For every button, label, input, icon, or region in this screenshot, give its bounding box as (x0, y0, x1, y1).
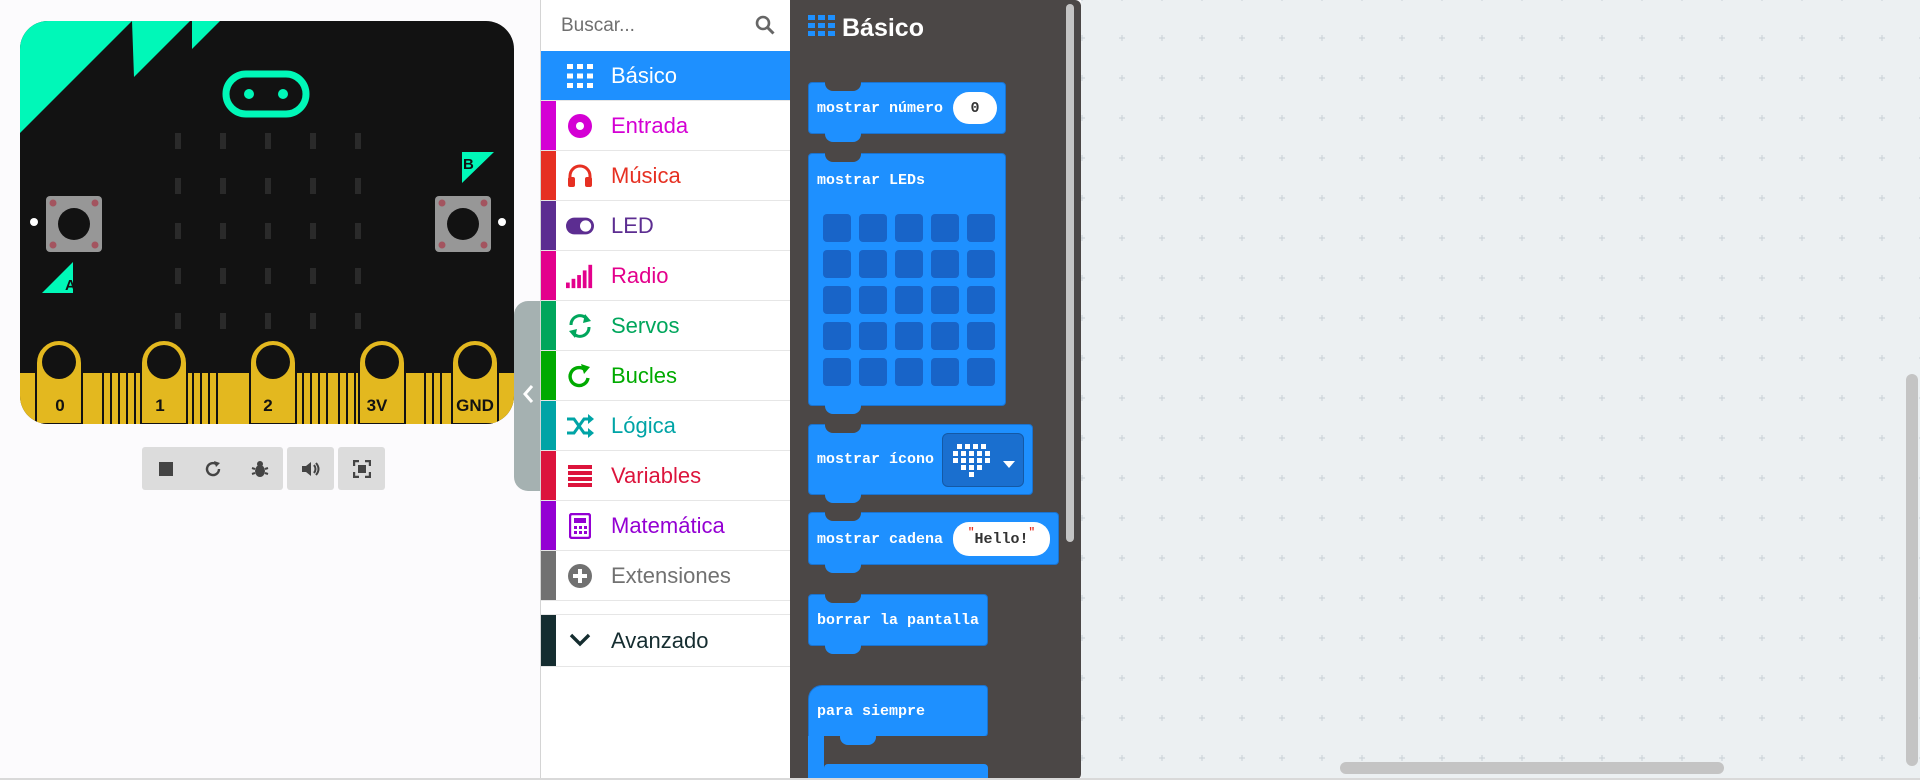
category-variables[interactable]: Variables (541, 451, 791, 501)
chevron-down-icon (566, 627, 594, 653)
pin-label: 0 (55, 396, 64, 415)
pin-label: 2 (263, 396, 272, 415)
block-show-leds[interactable]: mostrar LEDs (808, 153, 1006, 414)
headphones-icon (566, 163, 594, 189)
category-extensions[interactable]: Extensiones (541, 551, 791, 601)
category-input[interactable]: Entrada (541, 101, 791, 151)
category-logic[interactable]: Lógica (541, 401, 791, 451)
debug-icon (251, 460, 269, 478)
button-b[interactable] (435, 196, 491, 252)
restart-icon (204, 460, 222, 478)
signal-bars-icon (566, 263, 594, 289)
led-editor-grid[interactable] (823, 214, 995, 386)
category-advanced[interactable]: Avanzado (541, 615, 791, 667)
sound-icon (301, 460, 321, 478)
button-a-label: A (65, 277, 76, 294)
pin-label: 3V (367, 396, 388, 415)
collapse-simulator-button[interactable] (514, 301, 542, 491)
fullscreen-button[interactable] (338, 447, 385, 490)
grid-icon (566, 63, 594, 89)
category-label: Matemática (611, 512, 725, 538)
number-input[interactable]: 0 (953, 92, 997, 124)
toolbox: Básico Entrada Música (540, 0, 791, 780)
workspace-grid (1081, 0, 1920, 780)
calculator-icon (566, 513, 594, 539)
restart-button[interactable] (189, 447, 236, 490)
category-label: Entrada (611, 112, 689, 138)
plus-circle-icon (566, 563, 594, 589)
shuffle-icon (566, 413, 594, 439)
string-value: Hello! (974, 530, 1029, 548)
chevron-left-icon (522, 384, 534, 409)
block-label: borrar la pantalla (817, 612, 980, 629)
search-box (541, 0, 791, 51)
simulator-panel: 0 1 2 3V GND A B (0, 0, 542, 780)
button-a[interactable] (46, 196, 102, 252)
category-label: LED (611, 212, 654, 238)
category-loops[interactable]: Bucles (541, 351, 791, 401)
block-show-string[interactable]: mostrar cadena " Hello! " (808, 512, 1059, 573)
fullscreen-icon (352, 459, 371, 478)
category-basic[interactable]: Básico (541, 51, 791, 101)
button-b-label: B (463, 156, 474, 173)
block-forever[interactable]: para siempre (808, 685, 988, 737)
pin-label: 1 (155, 396, 164, 415)
block-flyout: Básico mostrar número 0 mostrar LEDs mos… (790, 0, 1081, 780)
block-label: mostrar LEDs (817, 172, 926, 189)
workspace-vertical-scrollbar[interactable] (1906, 374, 1918, 766)
category-divider (541, 601, 791, 615)
search-icon[interactable] (755, 15, 775, 40)
category-label: Bucles (611, 362, 678, 388)
icon-dropdown[interactable] (942, 433, 1024, 487)
category-label: Avanzado (611, 627, 709, 653)
category-radio[interactable]: Radio (541, 251, 791, 301)
circle-target-icon (566, 113, 594, 139)
flyout-title: Básico (808, 14, 924, 43)
block-label: para siempre (817, 703, 926, 720)
category-label: Servos (611, 312, 680, 338)
block-label: mostrar ícono (817, 451, 935, 468)
list-icon (566, 463, 594, 489)
heart-icon (951, 442, 991, 485)
refresh-icon (566, 313, 594, 339)
sound-button[interactable] (287, 447, 334, 490)
category-servos[interactable]: Servos (541, 301, 791, 351)
category-list: Básico Entrada Música LED Radio Servos B… (541, 51, 791, 667)
flyout-scrollbar[interactable] (1066, 4, 1074, 542)
category-label: Básico (611, 62, 678, 88)
block-clear-screen[interactable]: borrar la pantalla (808, 594, 988, 654)
category-label: Variables (611, 462, 702, 488)
toggle-icon (566, 213, 594, 239)
block-show-icon[interactable]: mostrar ícono (808, 424, 1033, 503)
makecode-editor: 0 1 2 3V GND A B Buscar... Básico Entrad… (0, 0, 1920, 780)
pin-label: GND (456, 396, 494, 415)
category-label: Extensiones (611, 562, 731, 588)
category-math[interactable]: Matemática (541, 501, 791, 551)
dropdown-arrow-icon (1003, 456, 1015, 474)
blocks-workspace[interactable] (1081, 0, 1920, 780)
category-label: Lógica (611, 412, 676, 438)
block-show-number[interactable]: mostrar número 0 (808, 82, 1006, 142)
block-label: mostrar número (817, 100, 944, 117)
grid-icon (808, 15, 836, 42)
microbit-board[interactable]: 0 1 2 3V GND A B (20, 21, 514, 424)
workspace-horizontal-scrollbar[interactable] (1340, 762, 1724, 774)
block-label: mostrar cadena (817, 531, 944, 548)
category-label: Música (611, 162, 681, 188)
stop-icon (158, 461, 173, 476)
search-input[interactable] (561, 14, 761, 37)
category-led[interactable]: LED (541, 201, 791, 251)
flyout-title-text: Básico (842, 14, 924, 42)
string-input[interactable]: " Hello! " (953, 522, 1050, 556)
category-label: Radio (611, 262, 669, 288)
category-music[interactable]: Música (541, 151, 791, 201)
loop-icon (566, 363, 594, 389)
simulator-toolbar (142, 447, 385, 490)
debug-button[interactable] (236, 447, 283, 490)
stop-button[interactable] (142, 447, 189, 490)
